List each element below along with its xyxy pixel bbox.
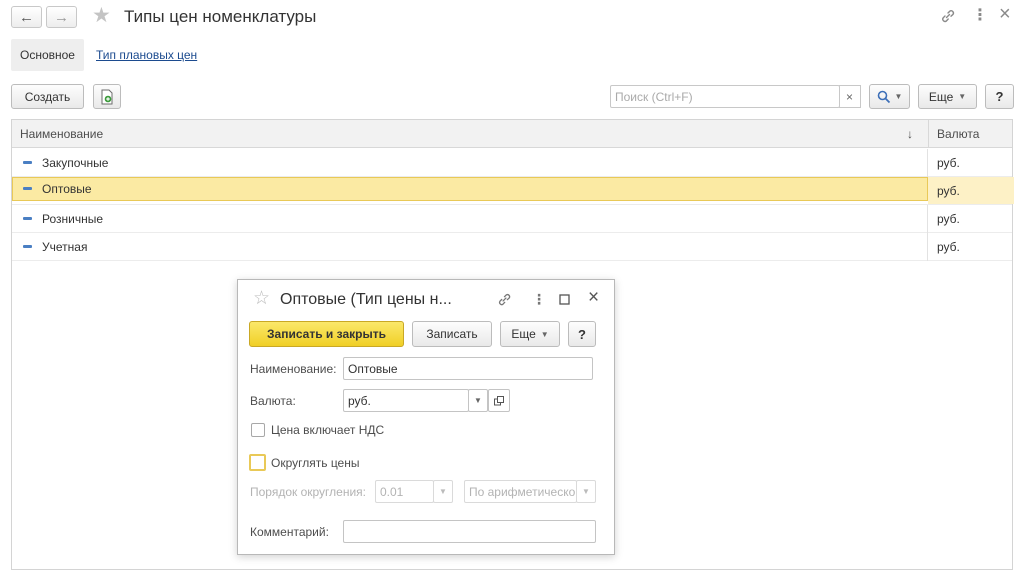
round-order-dropdown[interactable]: ▼ bbox=[433, 480, 453, 503]
row-item-icon bbox=[23, 161, 32, 164]
tab-main-label: Основное bbox=[20, 48, 75, 62]
link-icon[interactable] bbox=[940, 8, 956, 27]
row-currency: руб. bbox=[937, 212, 960, 226]
favorite-star-icon[interactable]: ☆ bbox=[253, 289, 270, 308]
column-header-currency[interactable]: Валюта bbox=[937, 120, 979, 148]
currency-open-button[interactable] bbox=[488, 389, 510, 412]
currency-field-value: руб. bbox=[348, 393, 371, 408]
chevron-down-icon: ▼ bbox=[474, 396, 482, 405]
row-selection-highlight bbox=[12, 177, 928, 201]
round-method-dropdown[interactable]: ▼ bbox=[576, 480, 596, 503]
cell-divider bbox=[927, 233, 928, 261]
search-placeholder: Поиск (Ctrl+F) bbox=[615, 89, 693, 104]
round-method-field[interactable]: По арифметическо bbox=[464, 480, 577, 503]
table-row-selected[interactable]: Оптовые руб. bbox=[12, 177, 1014, 205]
save-button[interactable]: Записать bbox=[412, 321, 492, 347]
more-button[interactable]: Еще ▼ bbox=[918, 84, 977, 109]
chevron-down-icon: ▼ bbox=[540, 329, 549, 339]
column-divider bbox=[928, 120, 929, 148]
back-arrow-icon: ← bbox=[19, 8, 34, 26]
round-prices-label: Округлять цены bbox=[271, 456, 360, 470]
row-item-icon bbox=[23, 217, 32, 220]
name-label: Наименование: bbox=[250, 362, 337, 376]
table-row[interactable]: Розничные руб. bbox=[12, 205, 1012, 233]
cell-divider bbox=[927, 149, 928, 177]
help-button[interactable]: ? bbox=[985, 84, 1014, 109]
tab-planned-prices[interactable]: Тип плановых цен bbox=[96, 48, 197, 62]
more-button-label: Еще bbox=[928, 89, 954, 104]
chevron-down-icon: ▼ bbox=[958, 92, 967, 101]
dialog-more-button[interactable]: Еще ▼ bbox=[500, 321, 560, 347]
name-field-value: Оптовые bbox=[348, 361, 398, 376]
row-item-icon bbox=[23, 245, 32, 248]
round-order-label: Порядок округления: bbox=[250, 485, 367, 499]
cell-divider bbox=[927, 205, 928, 233]
row-name: Оптовые bbox=[42, 182, 92, 196]
page-title: Типы цен номенклатуры bbox=[124, 7, 317, 26]
dialog-help-label: ? bbox=[578, 326, 586, 342]
round-order-field[interactable]: 0.01 bbox=[375, 480, 434, 503]
help-label: ? bbox=[995, 89, 1004, 104]
column-header-name[interactable]: Наименование bbox=[20, 120, 103, 148]
close-icon[interactable]: × bbox=[999, 4, 1011, 24]
back-button[interactable]: ← bbox=[11, 6, 42, 28]
copy-document-icon bbox=[101, 89, 113, 104]
favorite-star-icon[interactable]: ★ bbox=[92, 5, 111, 26]
price-type-dialog: ☆ Оптовые (Тип цены н... ⋮ × Записать и … bbox=[237, 279, 615, 555]
chevron-down-icon: ▼ bbox=[582, 487, 590, 496]
table-row[interactable]: Учетная руб. bbox=[12, 233, 1012, 261]
currency-label: Валюта: bbox=[250, 394, 296, 408]
copy-button[interactable] bbox=[93, 84, 121, 109]
row-name: Учетная bbox=[42, 240, 88, 254]
close-icon[interactable]: × bbox=[588, 288, 599, 307]
more-menu-icon[interactable]: ⋮ bbox=[532, 292, 546, 306]
dialog-title: Оптовые (Тип цены н... bbox=[280, 291, 452, 308]
search-clear-button[interactable]: × bbox=[839, 85, 861, 108]
vat-label: Цена включает НДС bbox=[271, 423, 385, 437]
comment-label: Комментарий: bbox=[250, 525, 329, 539]
create-button-label: Создать bbox=[24, 89, 71, 104]
table-row[interactable]: Закупочные руб. bbox=[12, 149, 1012, 177]
chevron-down-icon: ▼ bbox=[439, 487, 447, 496]
link-icon[interactable] bbox=[497, 292, 512, 309]
tab-main[interactable]: Основное bbox=[11, 39, 84, 71]
search-icon bbox=[877, 90, 890, 103]
forward-arrow-icon: → bbox=[54, 8, 69, 26]
dialog-help-button[interactable]: ? bbox=[568, 321, 596, 347]
row-name: Закупочные bbox=[42, 156, 109, 170]
open-window-icon bbox=[494, 395, 504, 405]
currency-field[interactable]: руб. bbox=[343, 389, 469, 412]
vat-checkbox[interactable] bbox=[251, 423, 265, 437]
dialog-more-label: Еще bbox=[511, 327, 536, 341]
name-field[interactable]: Оптовые bbox=[343, 357, 593, 380]
comment-field[interactable] bbox=[343, 520, 596, 543]
row-item-icon bbox=[23, 187, 32, 190]
maximize-icon[interactable] bbox=[559, 293, 570, 307]
row-name: Розничные bbox=[42, 212, 104, 226]
search-button[interactable]: ▼ bbox=[869, 84, 910, 109]
create-button[interactable]: Создать bbox=[11, 84, 84, 109]
more-menu-icon[interactable]: ⋮ bbox=[972, 8, 988, 24]
save-label: Записать bbox=[426, 327, 478, 341]
clear-icon: × bbox=[845, 89, 853, 104]
row-currency: руб. bbox=[937, 156, 960, 170]
save-and-close-button[interactable]: Записать и закрыть bbox=[249, 321, 404, 347]
search-input[interactable]: Поиск (Ctrl+F) bbox=[610, 85, 840, 108]
save-and-close-label: Записать и закрыть bbox=[267, 327, 386, 341]
round-prices-checkbox[interactable] bbox=[249, 454, 266, 471]
currency-dropdown-button[interactable]: ▼ bbox=[468, 389, 488, 412]
sort-desc-icon[interactable]: ↓ bbox=[907, 120, 913, 148]
row-currency: руб. bbox=[937, 184, 960, 198]
forward-button[interactable]: → bbox=[46, 6, 77, 28]
table-header: Наименование ↓ Валюта bbox=[12, 120, 1012, 148]
round-order-value: 0.01 bbox=[380, 484, 404, 499]
row-currency: руб. bbox=[937, 240, 960, 254]
round-method-value: По арифметическо bbox=[469, 484, 576, 499]
chevron-down-icon: ▼ bbox=[894, 92, 903, 101]
